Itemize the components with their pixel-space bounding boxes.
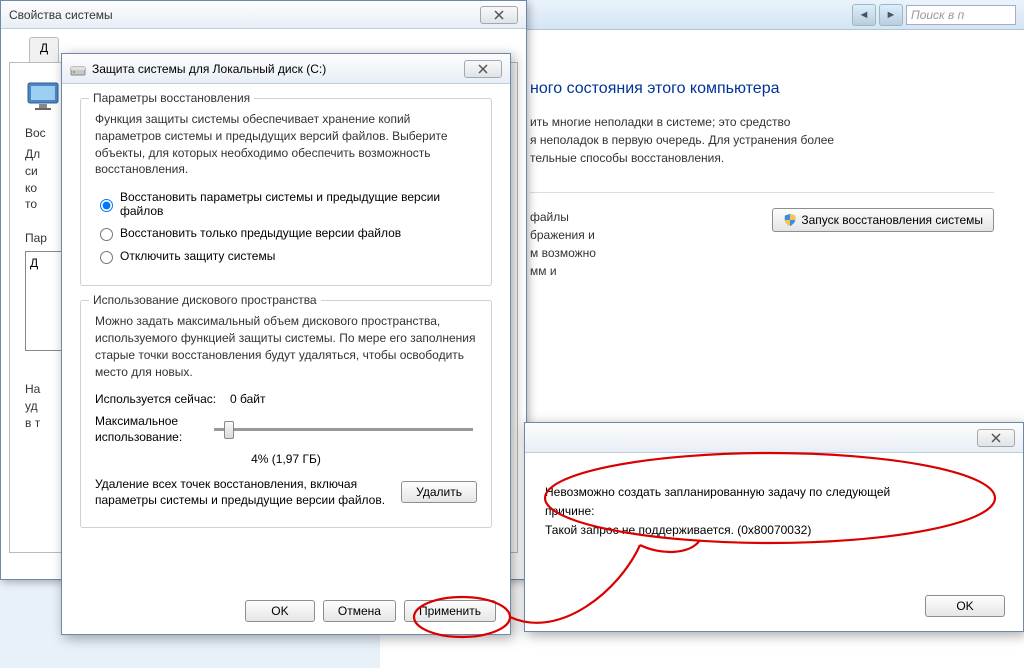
usage-label: Используется сейчас: <box>95 392 230 406</box>
cancel-button[interactable]: Отмена <box>323 600 396 622</box>
usage-value: 0 байт <box>230 392 265 406</box>
recovery-heading: ного состояния этого компьютера <box>530 80 994 98</box>
radio-label: Отключить защиту системы <box>120 249 275 263</box>
radio-input[interactable] <box>100 199 113 212</box>
usage-slider[interactable] <box>214 428 473 431</box>
group1-desc: Функция защиты системы обеспечивает хран… <box>95 111 477 178</box>
error-dialog: Невозможно создать запланированную задач… <box>524 422 1024 632</box>
group2-title: Использование дискового пространства <box>89 293 321 307</box>
restore-row-text: файлы бражения и м возможно мм и <box>530 208 772 280</box>
dialog-buttons-row: OK Отмена Применить <box>245 600 496 622</box>
error-titlebar <box>525 423 1023 453</box>
radio-restore-system-and-files[interactable]: Восстановить параметры системы и предыду… <box>95 190 477 218</box>
ok-button[interactable]: OK <box>245 600 315 622</box>
restore-button-label: Запуск восстановления системы <box>801 213 983 227</box>
group1-title: Параметры восстановления <box>89 91 254 105</box>
radio-disable-protection[interactable]: Отключить защиту системы <box>95 248 477 264</box>
delete-restore-points-row: Удаление всех точек восстановления, вклю… <box>95 476 477 510</box>
nav-next-button[interactable]: ► <box>879 4 903 26</box>
start-system-restore-button[interactable]: Запуск восстановления системы <box>772 208 994 232</box>
max-usage-label: Максимальное использование: <box>95 414 210 445</box>
error-text: Невозможно создать запланированную задач… <box>545 483 1003 541</box>
error-buttons: OK <box>925 595 1005 617</box>
restore-row: файлы бражения и м возможно мм и Запуск … <box>530 192 994 280</box>
disk-usage-group: Использование дискового пространства Мож… <box>80 300 492 528</box>
system-protection-dialog: Защита системы для Локальный диск (C:) П… <box>61 53 511 635</box>
drive-icon <box>70 61 86 77</box>
max-usage-value: 4% (1,97 ГБ) <box>95 452 477 466</box>
protect-titlebar: Защита системы для Локальный диск (C:) <box>62 54 510 84</box>
radio-input[interactable] <box>100 251 113 264</box>
current-usage-row: Используется сейчас: 0 байт <box>95 392 477 406</box>
close-button[interactable] <box>464 60 502 78</box>
protect-title: Защита системы для Локальный диск (C:) <box>92 62 326 76</box>
tab-partial[interactable]: Д <box>29 37 59 62</box>
monitor-icon <box>25 78 61 114</box>
close-button[interactable] <box>480 6 518 24</box>
sysprops-title: Свойства системы <box>9 8 113 22</box>
radio-label: Восстановить только предыдущие версии фа… <box>120 226 401 240</box>
shield-icon <box>783 213 797 227</box>
restore-settings-group: Параметры восстановления Функция защиты … <box>80 98 492 286</box>
search-input[interactable]: Поиск в п <box>906 5 1016 25</box>
radio-restore-files-only[interactable]: Восстановить только предыдущие версии фа… <box>95 225 477 241</box>
close-button[interactable] <box>977 429 1015 447</box>
error-body: Невозможно создать запланированную задач… <box>525 453 1023 556</box>
max-usage-slider-row: Максимальное использование: <box>95 414 477 445</box>
apply-button[interactable]: Применить <box>404 600 496 622</box>
radio-label: Восстановить параметры системы и предыду… <box>120 190 477 218</box>
slider-thumb[interactable] <box>224 421 234 439</box>
nav-prev-button[interactable]: ◄ <box>852 4 876 26</box>
recovery-paragraph: ить многие неполадки в системе; это сред… <box>530 113 994 167</box>
sysprops-titlebar: Свойства системы <box>1 1 526 29</box>
error-ok-button[interactable]: OK <box>925 595 1005 617</box>
delete-button[interactable]: Удалить <box>401 481 477 503</box>
radio-input[interactable] <box>100 228 113 241</box>
delete-desc: Удаление всех точек восстановления, вклю… <box>95 476 401 510</box>
group2-desc: Можно задать максимальный объем дисковог… <box>95 313 477 380</box>
